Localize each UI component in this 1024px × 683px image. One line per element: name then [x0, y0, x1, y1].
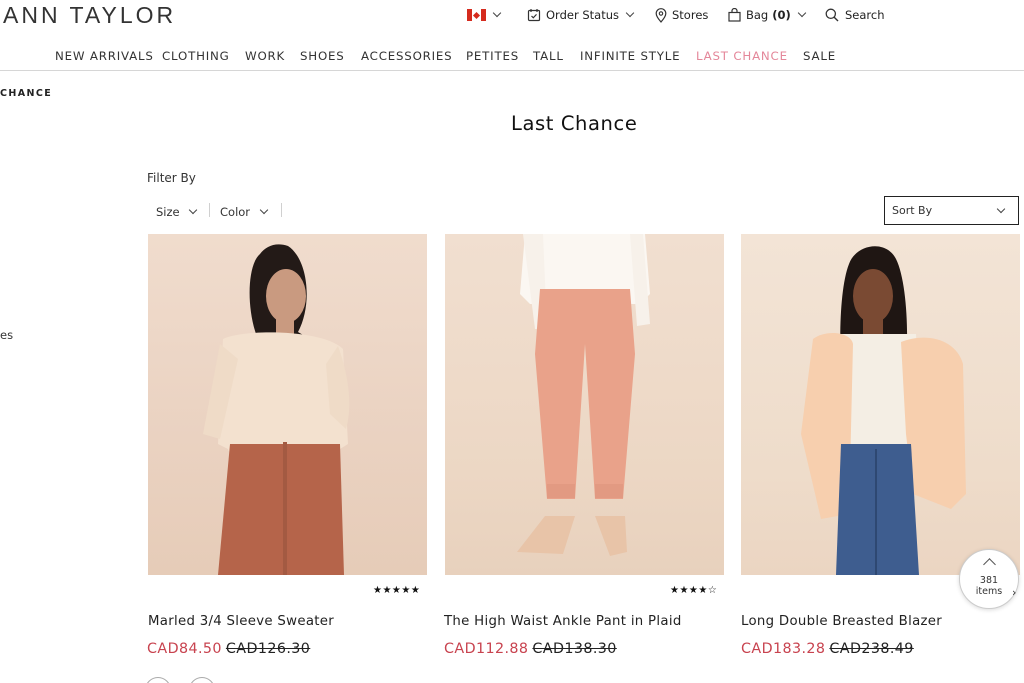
original-price: CAD238.49	[829, 641, 914, 657]
nav-new-arrivals[interactable]: NEW ARRIVALS	[55, 49, 154, 63]
order-status-label: Order Status	[546, 8, 619, 22]
chevron-down-icon	[259, 205, 269, 215]
rating-stars: ★★★★☆	[670, 585, 718, 596]
product-image-pant[interactable]	[445, 234, 724, 575]
order-status-icon	[527, 9, 541, 22]
sale-price: CAD112.88	[444, 641, 529, 657]
nav-clothing[interactable]: CLOTHING	[162, 49, 230, 63]
nav-tall[interactable]: TALL	[533, 49, 564, 63]
chevron-down-icon	[492, 8, 502, 18]
shopping-bag-icon	[728, 8, 741, 22]
sale-price: CAD84.50	[147, 641, 222, 657]
color-filter-dropdown[interactable]: Color	[220, 205, 269, 219]
product-photo-blazer	[801, 246, 966, 575]
rating-stars: ★★★★★	[373, 585, 421, 596]
product-price: CAD183.28 CAD238.49	[741, 641, 914, 657]
product-photo-pant	[517, 234, 650, 556]
back-to-top-button[interactable]: 381 items	[959, 549, 1019, 609]
nav-last-chance[interactable]: LAST CHANCE	[696, 49, 788, 63]
filter-divider	[281, 203, 282, 217]
chevron-up-icon	[982, 558, 996, 571]
brand-logo[interactable]: ANN TAYLOR	[3, 2, 176, 29]
sidebar-item-fragment[interactable]: es	[0, 328, 13, 342]
canada-flag-icon	[467, 9, 486, 21]
bag-label: Bag	[746, 8, 769, 22]
color-filter-label: Color	[220, 205, 251, 219]
search-icon	[825, 8, 839, 22]
sale-price: CAD183.28	[741, 641, 826, 657]
size-filter-label: Size	[156, 205, 180, 219]
chevron-down-icon	[625, 8, 635, 18]
product-name[interactable]: Long Double Breasted Blazer	[741, 614, 942, 629]
sidebar-category-title[interactable]: CHANCE	[0, 88, 52, 99]
search-button[interactable]: Search	[825, 7, 885, 23]
stores-label: Stores	[672, 8, 709, 22]
product-photo-sweater	[203, 244, 350, 575]
nav-sale[interactable]: SALE	[803, 49, 836, 63]
nav-work[interactable]: WORK	[245, 49, 285, 63]
nav-shoes[interactable]: SHOES	[300, 49, 345, 63]
results-count: 381	[979, 575, 999, 586]
original-price: CAD126.30	[225, 641, 311, 657]
product-name[interactable]: The High Waist Ankle Pant in Plaid	[444, 614, 682, 629]
chevron-down-icon	[996, 204, 1006, 214]
sort-by-label: Sort By	[892, 204, 933, 217]
nav-infinite-style[interactable]: INFINITE STYLE	[580, 49, 680, 63]
size-filter-dropdown[interactable]: Size	[156, 205, 197, 219]
product-image-sweater[interactable]	[148, 234, 427, 575]
chevron-down-icon	[797, 8, 807, 18]
original-price: CAD138.30	[532, 641, 617, 657]
nav-accessories[interactable]: ACCESSORIES	[361, 49, 452, 63]
results-unit: items	[975, 586, 1003, 597]
country-selector[interactable]	[467, 7, 502, 23]
color-swatch[interactable]	[145, 677, 171, 683]
bag-count: (0)	[772, 8, 791, 22]
color-swatch[interactable]	[189, 677, 215, 683]
filter-divider	[209, 203, 210, 217]
product-name[interactable]: Marled 3/4 Sleeve Sweater	[148, 614, 334, 629]
page-title: Last Chance	[511, 112, 638, 135]
stores-link[interactable]: Stores	[655, 7, 708, 23]
filter-by-label: Filter By	[147, 171, 196, 185]
location-pin-icon	[655, 7, 667, 23]
sort-by-dropdown[interactable]: Sort By	[884, 196, 1019, 225]
search-label: Search	[845, 8, 885, 22]
product-image-blazer[interactable]	[741, 234, 1020, 575]
nav-petites[interactable]: PETITES	[466, 49, 519, 63]
product-price: CAD112.88 CAD138.30	[444, 641, 617, 657]
product-price: CAD84.50 CAD126.30	[147, 641, 310, 657]
order-status-link[interactable]: Order Status	[527, 7, 635, 23]
header-divider	[0, 70, 1024, 71]
carousel-next-icon[interactable]: ›	[1012, 586, 1016, 599]
bag-link[interactable]: Bag (0)	[728, 7, 807, 23]
chevron-down-icon	[188, 205, 197, 215]
